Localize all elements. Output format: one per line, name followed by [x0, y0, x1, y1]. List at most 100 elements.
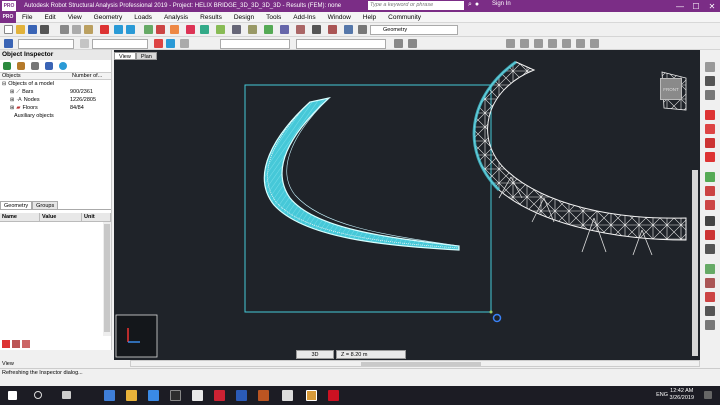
load-icon[interactable] [296, 25, 305, 34]
results-icon[interactable] [328, 25, 337, 34]
open-folder-icon[interactable] [16, 25, 25, 34]
tab-plan[interactable]: Plan [135, 52, 157, 60]
expand-icon[interactable]: ⊞ [10, 96, 14, 104]
expand-icon[interactable]: ⊞ [10, 88, 14, 96]
bar-tool-icon[interactable] [705, 76, 715, 86]
menu-window[interactable]: Window [322, 14, 357, 21]
menu-results[interactable]: Results [194, 14, 228, 21]
node-tool-icon[interactable] [705, 62, 715, 72]
combination-tool-icon[interactable] [705, 244, 715, 254]
task-view-icon[interactable] [62, 391, 71, 399]
robot-app-icon[interactable] [306, 390, 317, 401]
rotate-icon[interactable] [590, 39, 599, 48]
model-viewport[interactable]: FRONT [114, 50, 700, 360]
selection-field[interactable] [18, 39, 74, 49]
diagram-tool-icon[interactable] [705, 278, 715, 288]
mesh-tool-icon[interactable] [705, 186, 715, 196]
help-icon[interactable] [170, 25, 179, 34]
copy-icon[interactable] [72, 25, 81, 34]
menu-add-ins[interactable]: Add-Ins [287, 14, 321, 21]
inspector-select-icon[interactable] [31, 62, 39, 70]
section-tool-icon[interactable] [705, 110, 715, 120]
view-xy-icon[interactable] [548, 39, 557, 48]
paste-icon[interactable] [84, 25, 93, 34]
collapse-icon[interactable]: ⊟ [2, 80, 6, 88]
section-icon[interactable] [248, 25, 257, 34]
tab-view[interactable]: View [114, 52, 136, 60]
minimize-button[interactable]: — [672, 0, 688, 12]
analysis-tool-icon[interactable] [705, 264, 715, 274]
reactions-tool-icon[interactable] [705, 320, 715, 330]
menu-tools[interactable]: Tools [260, 14, 287, 21]
new-file-icon[interactable] [4, 25, 13, 34]
search-taskbar-icon[interactable] [34, 391, 42, 399]
properties-icon[interactable] [2, 340, 10, 348]
structure-view-select[interactable]: Geometry [370, 25, 458, 35]
display-icon[interactable] [344, 25, 353, 34]
frame-icon[interactable] [232, 25, 241, 34]
case-list-icon[interactable] [180, 39, 189, 48]
corner-handle[interactable] [489, 310, 493, 314]
column-objects[interactable]: Objects [0, 73, 70, 79]
save-icon[interactable] [28, 25, 37, 34]
search-input[interactable]: Type a keyword or phrase [368, 1, 464, 10]
undo-arrow-icon[interactable] [186, 25, 195, 34]
menu-view[interactable]: View [62, 14, 88, 21]
panel-tool-icon[interactable] [705, 172, 715, 182]
range-field[interactable] [296, 39, 386, 49]
windows-start-icon[interactable] [8, 391, 17, 400]
work-plane-label[interactable]: Z = 8.20 m [336, 350, 406, 359]
calculations-icon[interactable] [144, 25, 153, 34]
menu-geometry[interactable]: Geometry [88, 14, 129, 21]
autocad-icon[interactable] [214, 390, 225, 401]
menu-edit[interactable]: Edit [38, 14, 61, 21]
tree-item-nodes[interactable]: ⊞ ·A Nodes 1226/2805 [0, 96, 111, 104]
tree-item-bars[interactable]: ⊞ ⟋ Bars 900/2361 [0, 88, 111, 96]
zoom-window-icon[interactable] [562, 39, 571, 48]
cut-icon[interactable] [60, 25, 69, 34]
tree-item-floors[interactable]: ⊞ ▰ Floors 84/84 [0, 104, 111, 112]
delete-icon[interactable] [100, 25, 109, 34]
menu-file[interactable]: File [16, 14, 38, 21]
view-yz-icon[interactable] [534, 39, 543, 48]
bottom-view-tab[interactable]: View [0, 361, 114, 368]
tab-geometry[interactable]: Geometry [0, 201, 33, 209]
view-3d-icon[interactable] [506, 39, 515, 48]
viewport-vscroll[interactable] [692, 170, 698, 356]
maximize-button[interactable]: ☐ [688, 0, 704, 12]
thickness-tool-icon[interactable] [705, 200, 715, 210]
menu-loads[interactable]: Loads [128, 14, 158, 21]
viewport-hscroll[interactable] [130, 360, 700, 367]
column-value[interactable]: Value [40, 213, 82, 221]
calculator-icon[interactable] [282, 390, 293, 401]
next-case-icon[interactable] [166, 39, 175, 48]
pdf-icon[interactable] [258, 390, 269, 401]
support-tool-icon[interactable] [705, 90, 715, 100]
layout-icon[interactable] [358, 25, 367, 34]
stop-icon[interactable] [156, 25, 165, 34]
previous-case-icon[interactable] [154, 39, 163, 48]
print-icon[interactable] [40, 25, 49, 34]
file-explorer-icon[interactable] [126, 390, 137, 401]
tab-groups[interactable]: Groups [32, 201, 59, 209]
support-icon[interactable] [264, 25, 273, 34]
release-tool-icon[interactable] [705, 138, 715, 148]
word-icon[interactable] [236, 390, 247, 401]
column-unit[interactable]: Unit [82, 213, 111, 221]
chrome-icon[interactable] [192, 390, 203, 401]
redo-arrow-icon[interactable] [200, 25, 209, 34]
menu-analysis[interactable]: Analysis [158, 14, 194, 21]
menu-logo[interactable]: PRO [0, 11, 16, 23]
inspector-find-icon[interactable] [45, 62, 53, 70]
grid-icon[interactable] [280, 25, 289, 34]
close-button[interactable]: ✕ [704, 0, 720, 12]
table-view-icon[interactable] [12, 340, 20, 348]
revit-icon[interactable] [328, 390, 339, 401]
tree-item-model[interactable]: ⊟ Objects of a model [0, 80, 111, 88]
redo-icon[interactable] [126, 25, 135, 34]
structure-model-icon[interactable] [216, 25, 225, 34]
settings-app-icon[interactable] [170, 390, 181, 401]
model-canvas[interactable] [114, 50, 700, 360]
case-tool-icon[interactable] [705, 230, 715, 240]
deformation-tool-icon[interactable] [705, 306, 715, 316]
